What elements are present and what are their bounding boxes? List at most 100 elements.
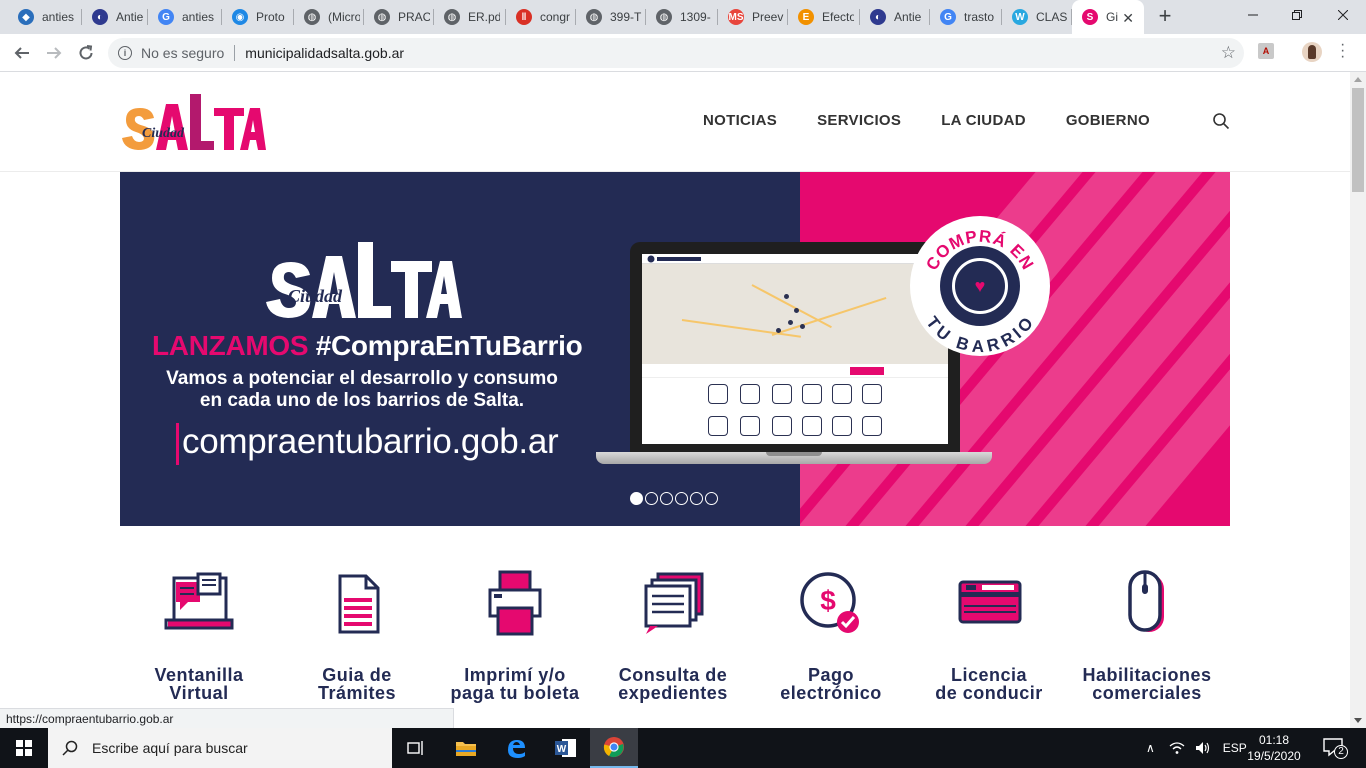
hero-banner[interactable]: Ciudad LANZAMOS #CompraEnTuBarrio Vamos … — [120, 172, 1230, 526]
blue-circle-icon: ◉ — [232, 9, 248, 25]
mock-search-row — [642, 364, 948, 378]
quick-link-guia-tramites[interactable]: Guia de Trámites — [278, 570, 436, 702]
quick-link-consulta-expedientes[interactable]: Consulta de expedientes — [594, 570, 752, 702]
browser-tab[interactable]: ◍ 399-T — [576, 0, 646, 34]
laptop-base — [596, 452, 992, 464]
taskbar-search-box[interactable]: Escribe aquí para buscar — [48, 728, 392, 768]
dollar-check-icon: $ — [800, 572, 859, 633]
info-icon[interactable]: i — [118, 46, 132, 60]
main-nav: NOTICIAS SERVICIOS LA CIUDAD GOBIERNO — [703, 112, 1190, 129]
laptop-chat-icon — [164, 572, 234, 630]
start-button[interactable] — [0, 728, 48, 768]
hero-subline-2: en cada uno de los barrios de Salta. — [199, 390, 525, 411]
printer-icon — [488, 570, 542, 636]
quick-link-licencia-conducir[interactable]: Licencia de conducir — [910, 570, 1068, 702]
carousel-dot[interactable] — [675, 492, 688, 505]
page-viewport: Ciudad NOTICIAS SERVICIOS LA CIUDAD GOBI… — [0, 72, 1350, 728]
browser-tab[interactable]: ◍ PRAC — [364, 0, 434, 34]
hero-subline: Vamos a potenciar el desarrollo y consum… — [154, 368, 570, 412]
wifi-icon[interactable] — [1169, 741, 1185, 755]
browser-menu-icon[interactable]: · · · — [1340, 37, 1345, 65]
file-explorer-button[interactable] — [442, 728, 490, 768]
carousel-dot[interactable] — [660, 492, 673, 505]
browser-tab-title: Preev — [752, 10, 784, 24]
close-tab-icon[interactable]: ✕ — [1122, 10, 1134, 27]
url-text[interactable]: municipalidadsalta.gob.ar — [245, 45, 404, 61]
edge-icon — [508, 740, 525, 758]
new-tab-button[interactable]: + — [1154, 5, 1176, 27]
carousel-dot[interactable] — [690, 492, 703, 505]
browser-toolbar: i No es seguro municipalidadsalta.gob.ar… — [0, 34, 1366, 72]
nav-gobierno[interactable]: GOBIERNO — [1066, 112, 1150, 129]
taskbar-clock[interactable]: 01:18 19/5/2020 — [1244, 732, 1304, 764]
browser-tab[interactable]: ◍ 1309- — [646, 0, 718, 34]
action-center-button[interactable]: 2 — [1322, 736, 1348, 760]
page-scrollbar[interactable] — [1350, 72, 1366, 728]
nav-noticias[interactable]: NOTICIAS — [703, 112, 777, 129]
browser-tab-title: Efecto — [822, 10, 854, 24]
mock-map — [642, 264, 948, 364]
hero-headline: LANZAMOS #CompraEnTuBarrio — [152, 330, 583, 362]
tray-overflow-chevron-icon[interactable]: ∧ — [1146, 741, 1155, 755]
browser-tab-title: ER.pd — [468, 10, 500, 24]
browser-tab[interactable]: ◐ Antie — [860, 0, 930, 34]
scroll-up-arrow-icon[interactable] — [1354, 77, 1362, 82]
globe-icon: ◍ — [586, 9, 602, 25]
browser-tab[interactable]: S Gi ✕ — [1072, 0, 1144, 34]
browser-tab-title: congr — [540, 10, 571, 24]
profile-avatar[interactable] — [1302, 42, 1322, 62]
chrome-app-button[interactable] — [590, 728, 638, 768]
quick-link-imprimi-boleta[interactable]: Imprimí y/o paga tu boleta — [436, 570, 594, 702]
browser-tab[interactable]: MS Preev — [718, 0, 788, 34]
carousel-dot[interactable] — [645, 492, 658, 505]
quick-link-habilitaciones[interactable]: Habilitaciones comerciales — [1068, 570, 1226, 702]
browser-tab[interactable]: ◍ (Micro — [294, 0, 364, 34]
word-app-button[interactable]: W — [542, 728, 590, 768]
close-window-button[interactable] — [1320, 0, 1366, 30]
browser-tab[interactable]: W CLAS — [1002, 0, 1072, 34]
circle-logo-icon: ◐ — [870, 9, 886, 25]
browser-tab[interactable]: ◆ anties — [8, 0, 82, 34]
carousel-dot[interactable] — [630, 492, 643, 505]
address-bar[interactable]: i No es seguro municipalidadsalta.gob.ar… — [108, 38, 1244, 68]
globe-icon: ◍ — [374, 9, 390, 25]
browser-tab-title: Antie — [894, 10, 922, 24]
scrollbar-thumb[interactable] — [1352, 88, 1364, 192]
browser-tab[interactable]: Ganties — [148, 0, 222, 34]
browser-tab-title: 399-T — [610, 10, 642, 24]
hero-website: compraentubarrio.gob.ar — [176, 422, 559, 465]
browser-tab-title: trasto — [964, 10, 995, 24]
search-icon — [62, 740, 78, 756]
browser-tab[interactable]: ‖ congr — [506, 0, 576, 34]
security-label: No es seguro — [141, 45, 225, 61]
browser-tab[interactable]: ◉ Proto — [222, 0, 294, 34]
restore-icon — [1292, 10, 1302, 20]
pdf-extension-icon[interactable]: A — [1258, 43, 1274, 59]
laptop-screen-content — [642, 254, 948, 444]
globe-icon: ◍ — [304, 9, 320, 25]
ciudad-salta-logo[interactable]: Ciudad — [122, 94, 266, 150]
edge-browser-button[interactable] — [492, 728, 540, 768]
search-icon[interactable] — [1212, 112, 1230, 130]
minimize-button[interactable] — [1230, 0, 1276, 30]
browser-tab[interactable]: ◍ ER.pd — [434, 0, 506, 34]
browser-tab[interactable]: ◐ Antie — [82, 0, 148, 34]
windows-logo-icon — [16, 740, 32, 756]
nav-la-ciudad[interactable]: LA CIUDAD — [941, 112, 1026, 129]
scroll-down-arrow-icon[interactable] — [1354, 718, 1362, 723]
forward-button[interactable] — [42, 41, 66, 65]
carousel-dots — [630, 492, 720, 505]
reload-button[interactable] — [74, 41, 98, 65]
quick-link-pago-electronico[interactable]: $ Pago electrónico — [752, 570, 910, 702]
windows-taskbar: Escribe aquí para buscar W ∧ ESP 01:18 1… — [0, 728, 1366, 768]
browser-tab[interactable]: Gtrasto — [930, 0, 1002, 34]
nav-servicios[interactable]: SERVICIOS — [817, 112, 901, 129]
browser-tab[interactable]: E Efecto — [788, 0, 860, 34]
quick-link-ventanilla[interactable]: Ventanilla Virtual — [120, 570, 278, 702]
bookmark-star-icon[interactable]: ☆ — [1221, 43, 1236, 63]
volume-icon[interactable] — [1195, 741, 1211, 755]
task-view-button[interactable] — [392, 728, 440, 768]
carousel-dot[interactable] — [705, 492, 718, 505]
restore-button[interactable] — [1274, 0, 1320, 30]
back-button[interactable] — [10, 41, 34, 65]
